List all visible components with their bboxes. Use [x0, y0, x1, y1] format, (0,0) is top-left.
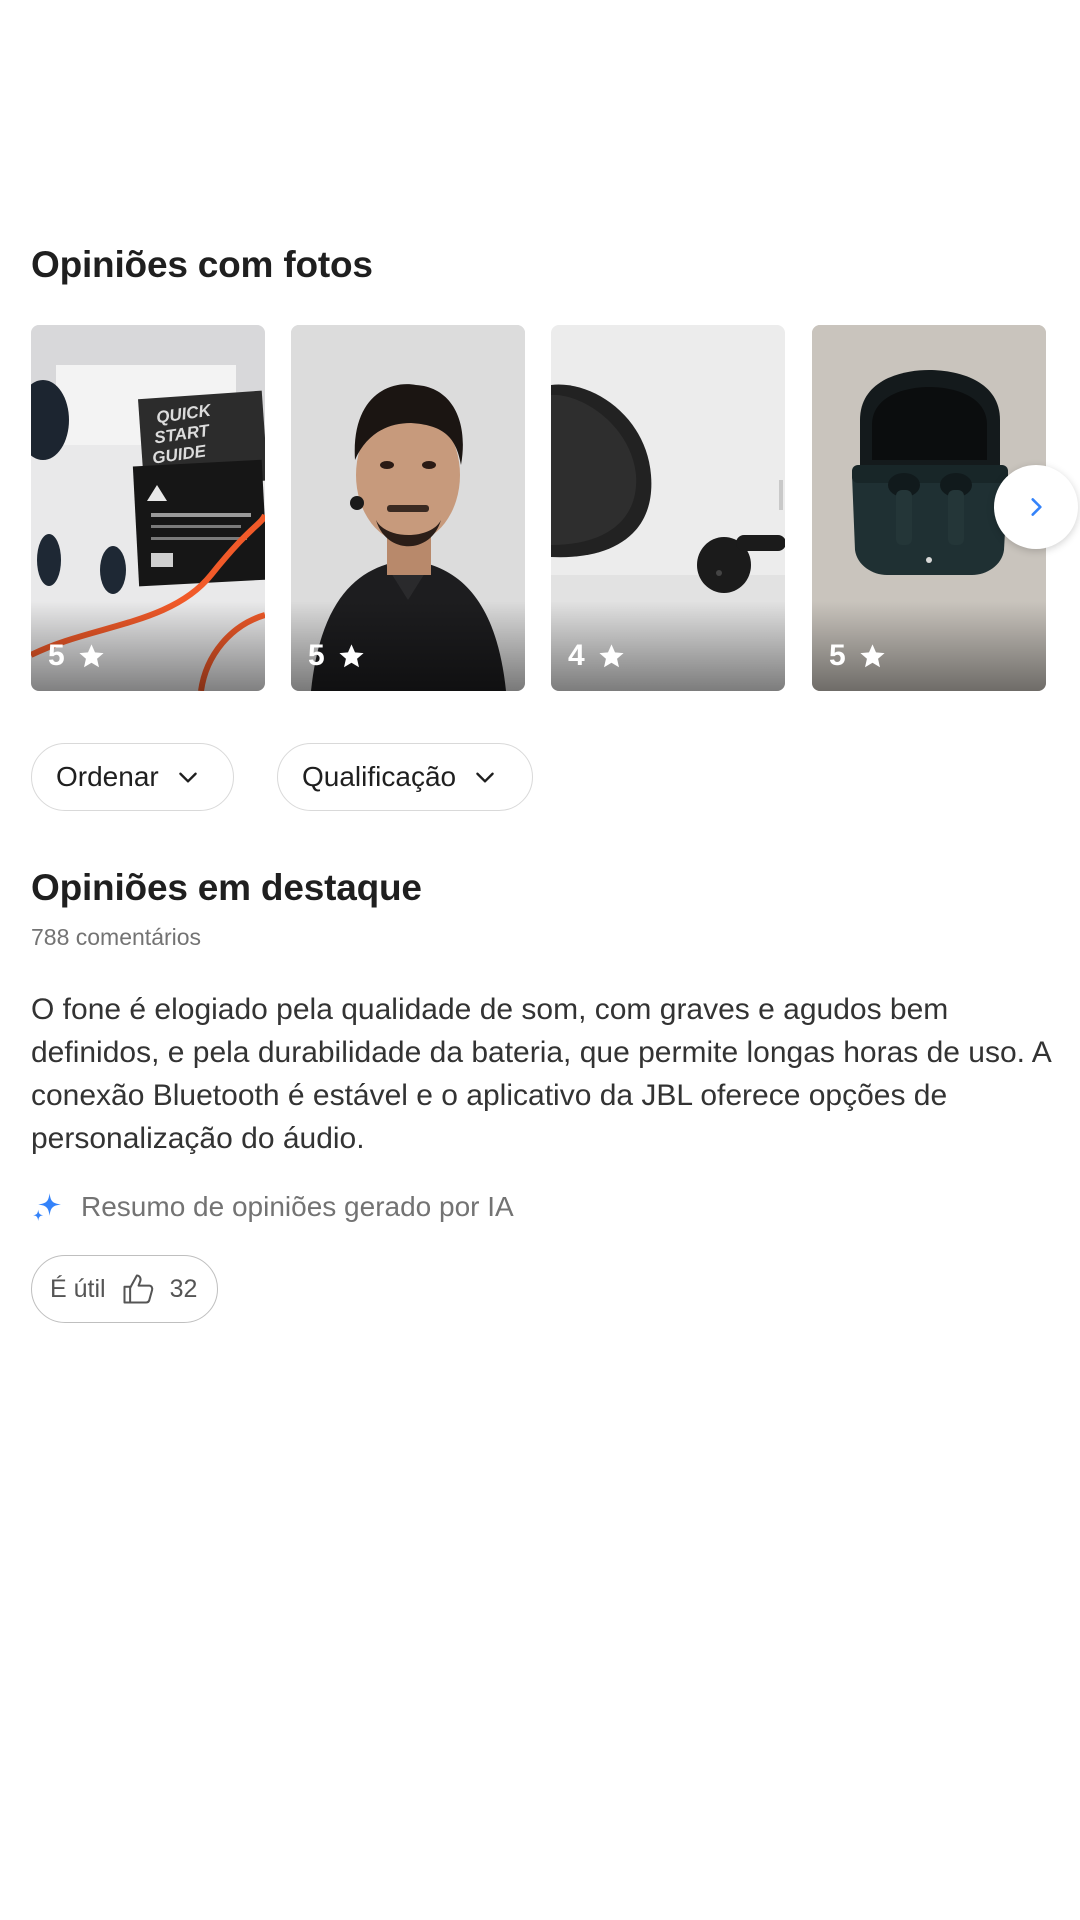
review-photo[interactable]: 4 — [551, 325, 785, 691]
photo-carousel: QUICK START GUIDE 5 5 4 5 — [31, 325, 1080, 691]
chevron-down-icon — [178, 772, 197, 783]
chevron-right-icon — [1031, 498, 1042, 516]
chevron-down-icon — [476, 772, 494, 783]
helpful-button[interactable]: É útil 32 — [31, 1255, 218, 1323]
ai-summary-note: Resumo de opiniões gerado por IA — [31, 1190, 514, 1223]
highlights-section-title: Opiniões em destaque — [31, 867, 422, 908]
thumbs-up-icon — [123, 1274, 153, 1304]
ai-summary-label: Resumo de opiniões gerado por IA — [81, 1190, 514, 1222]
photo-rating-badge: 5 — [308, 639, 366, 673]
review-photo[interactable]: QUICK START GUIDE 5 — [31, 325, 265, 691]
star-icon — [860, 643, 885, 667]
review-summary-text: O fone é elogiado pela qualidade de som,… — [31, 993, 1051, 1155]
ai-sparkle-icon — [33, 1193, 61, 1221]
photo-rating-value: 5 — [829, 639, 846, 672]
photo-rating-value: 4 — [568, 639, 585, 672]
star-icon — [599, 643, 624, 667]
star-icon — [79, 643, 104, 667]
photos-section-title: Opiniões com fotos — [31, 244, 373, 285]
rating-filter-label: Qualificação — [302, 761, 457, 792]
star-icon — [339, 643, 364, 667]
carousel-next-button[interactable] — [994, 465, 1078, 549]
photo-rating-badge: 4 — [568, 639, 626, 673]
comment-count: 788 comentários — [31, 924, 202, 950]
photo-rating-badge: 5 — [829, 639, 887, 673]
helpful-count: 32 — [169, 1274, 198, 1303]
sort-dropdown[interactable]: Ordenar — [31, 743, 234, 811]
photo-rating-value: 5 — [308, 639, 325, 672]
photo-rating-badge: 5 — [48, 639, 106, 673]
rating-filter-dropdown[interactable]: Qualificação — [277, 743, 533, 811]
reviews-page: Opiniões com fotos QUICK START GUIDE 5 5… — [0, 0, 1080, 1920]
helpful-label: É útil — [50, 1274, 106, 1303]
photo-rating-value: 5 — [48, 639, 65, 672]
sort-dropdown-label: Ordenar — [56, 761, 159, 792]
review-photo[interactable]: 5 — [291, 325, 525, 691]
